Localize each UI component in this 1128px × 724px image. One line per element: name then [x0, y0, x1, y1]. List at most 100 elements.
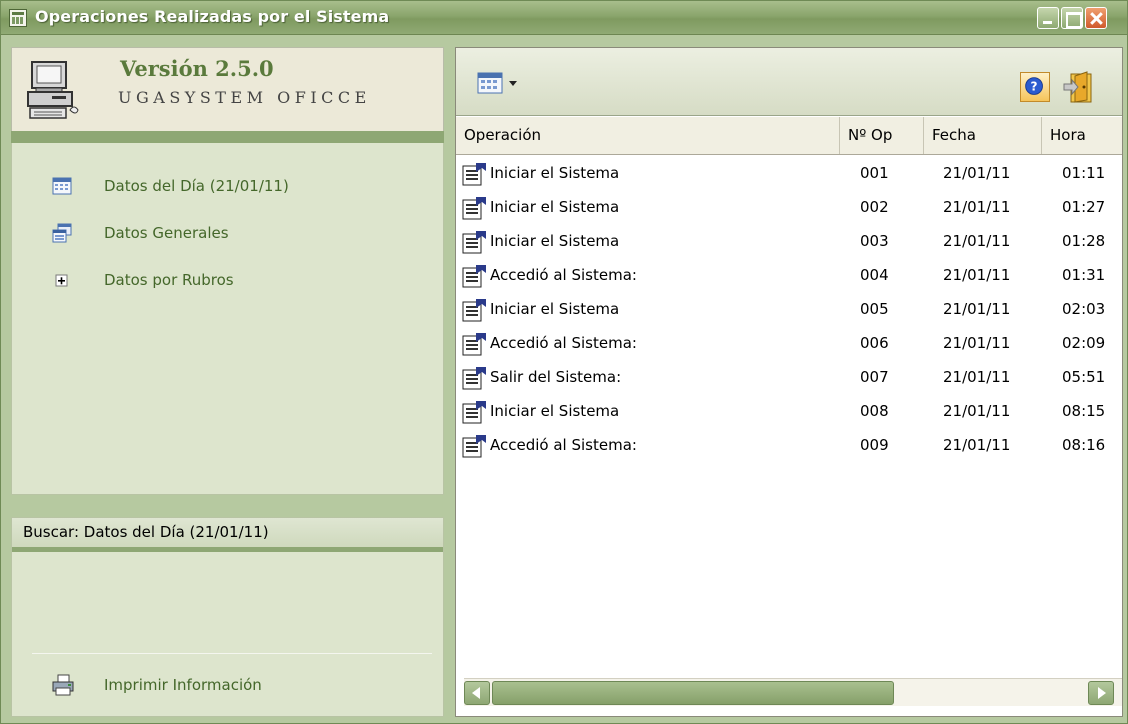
column-header-nro-op[interactable]: Nº Op	[840, 117, 924, 154]
operations-panel: ? Operación Nº Op Fecha Hora Iniciar el …	[455, 47, 1123, 717]
nav-item-datos-generales[interactable]: Datos Generales	[52, 218, 229, 248]
time-cell: 05:51	[1062, 368, 1106, 386]
exit-door-icon[interactable]	[1061, 70, 1099, 104]
brand-header: Versión 2.5.0 UGASYSTEM OFICCE	[11, 47, 444, 133]
time-cell: 08:16	[1062, 436, 1106, 454]
nav-label: Datos por Rubros	[104, 271, 234, 289]
op-number-cell: 001	[860, 164, 889, 182]
operation-cell: Accedió al Sistema:	[490, 436, 637, 454]
nav-item-datos-por-rubros[interactable]: Datos por Rubros	[52, 265, 234, 295]
date-cell: 21/01/11	[943, 436, 1011, 454]
record-properties-icon	[462, 299, 486, 322]
minimize-button[interactable]	[1037, 7, 1059, 29]
time-cell: 08:15	[1062, 402, 1106, 420]
print-info-button[interactable]: Imprimir Información	[52, 670, 262, 700]
record-properties-icon	[462, 333, 486, 356]
table-row[interactable]: Iniciar el Sistema 001 21/01/11 01:11	[456, 158, 1122, 192]
column-header-fecha[interactable]: Fecha	[924, 117, 1042, 154]
op-number-cell: 002	[860, 198, 889, 216]
nav-panel: Datos del Día (21/01/11) Datos Generales	[11, 143, 444, 495]
time-cell: 01:27	[1062, 198, 1106, 216]
op-number-cell: 005	[860, 300, 889, 318]
computer-icon	[27, 61, 79, 119]
print-label: Imprimir Información	[104, 676, 262, 694]
operation-cell: Accedió al Sistema:	[490, 266, 637, 284]
table-row[interactable]: Iniciar el Sistema 002 21/01/11 01:27	[456, 192, 1122, 226]
date-cell: 21/01/11	[943, 402, 1011, 420]
toolbar: ?	[456, 48, 1122, 116]
table-row[interactable]: Iniciar el Sistema 008 21/01/11 08:15	[456, 396, 1122, 430]
date-cell: 21/01/11	[943, 334, 1011, 352]
app-grid-icon	[9, 9, 27, 27]
date-cell: 21/01/11	[943, 300, 1011, 318]
operation-cell: Iniciar el Sistema	[490, 164, 620, 182]
close-button[interactable]	[1085, 7, 1107, 29]
record-properties-icon	[462, 231, 486, 254]
search-title: Buscar: Datos del Día (21/01/11)	[12, 518, 443, 552]
table-row[interactable]: Accedió al Sistema: 004 21/01/11 01:31	[456, 260, 1122, 294]
header-divider	[11, 131, 444, 143]
left-panel: Versión 2.5.0 UGASYSTEM OFICCE Datos del…	[11, 47, 444, 717]
nav-item-datos-del-dia[interactable]: Datos del Día (21/01/11)	[52, 171, 289, 201]
horizontal-scrollbar[interactable]	[464, 678, 1122, 706]
scroll-right-button[interactable]	[1088, 681, 1114, 705]
date-cell: 21/01/11	[943, 164, 1011, 182]
time-cell: 02:09	[1062, 334, 1106, 352]
search-divider	[32, 653, 432, 654]
time-cell: 02:03	[1062, 300, 1106, 318]
app-window: Operaciones Realizadas por el Sistema Ve…	[0, 0, 1128, 724]
date-cell: 21/01/11	[943, 198, 1011, 216]
op-number-cell: 007	[860, 368, 889, 386]
operation-cell: Iniciar el Sistema	[490, 300, 620, 318]
op-number-cell: 006	[860, 334, 889, 352]
table-header: Operación Nº Op Fecha Hora	[456, 117, 1122, 155]
view-mode-button[interactable]	[476, 68, 532, 98]
op-number-cell: 009	[860, 436, 889, 454]
time-cell: 01:31	[1062, 266, 1106, 284]
op-number-cell: 008	[860, 402, 889, 420]
table-row[interactable]: Accedió al Sistema: 006 21/01/11 02:09	[456, 328, 1122, 362]
maximize-button[interactable]	[1061, 7, 1083, 29]
scroll-thumb[interactable]	[492, 681, 894, 705]
window-title: Operaciones Realizadas por el Sistema	[35, 7, 390, 26]
record-properties-icon	[462, 197, 486, 220]
time-cell: 01:11	[1062, 164, 1106, 182]
date-cell: 21/01/11	[943, 232, 1011, 250]
column-header-operacion[interactable]: Operación	[456, 117, 840, 154]
operations-table: Iniciar el Sistema 001 21/01/11 01:11 In…	[456, 158, 1122, 464]
date-cell: 21/01/11	[943, 266, 1011, 284]
windows-stack-icon	[52, 223, 72, 243]
op-number-cell: 003	[860, 232, 889, 250]
record-properties-icon	[462, 367, 486, 390]
record-properties-icon	[462, 435, 486, 458]
table-row[interactable]: Iniciar el Sistema 003 21/01/11 01:28	[456, 226, 1122, 260]
operation-cell: Iniciar el Sistema	[490, 232, 620, 250]
nav-label: Datos Generales	[104, 224, 229, 242]
column-header-hora[interactable]: Hora	[1042, 117, 1122, 154]
operation-cell: Salir del Sistema:	[490, 368, 622, 386]
table-row[interactable]: Salir del Sistema: 007 21/01/11 05:51	[456, 362, 1122, 396]
operation-cell: Iniciar el Sistema	[490, 198, 620, 216]
printer-icon	[52, 674, 74, 696]
help-icon: ?	[1025, 77, 1043, 95]
table-row[interactable]: Iniciar el Sistema 005 21/01/11 02:03	[456, 294, 1122, 328]
table-row[interactable]: Accedió al Sistema: 009 21/01/11 08:16	[456, 430, 1122, 464]
search-panel: Buscar: Datos del Día (21/01/11) Imprimi…	[11, 517, 444, 717]
company-name: UGASYSTEM OFICCE	[118, 88, 371, 107]
expand-plus-icon	[55, 274, 68, 287]
operation-cell: Iniciar el Sistema	[490, 402, 620, 420]
title-bar[interactable]: Operaciones Realizadas por el Sistema	[1, 1, 1127, 35]
record-properties-icon	[462, 401, 486, 424]
calendar-grid-icon	[52, 177, 72, 195]
scroll-left-button[interactable]	[464, 681, 490, 705]
record-properties-icon	[462, 265, 486, 288]
version-label: Versión 2.5.0	[120, 56, 274, 81]
help-button[interactable]: ?	[1020, 72, 1050, 102]
time-cell: 01:28	[1062, 232, 1106, 250]
date-cell: 21/01/11	[943, 368, 1011, 386]
nav-label: Datos del Día (21/01/11)	[104, 177, 289, 195]
op-number-cell: 004	[860, 266, 889, 284]
operation-cell: Accedió al Sistema:	[490, 334, 637, 352]
record-properties-icon	[462, 163, 486, 186]
svg-text:?: ?	[1031, 80, 1038, 94]
